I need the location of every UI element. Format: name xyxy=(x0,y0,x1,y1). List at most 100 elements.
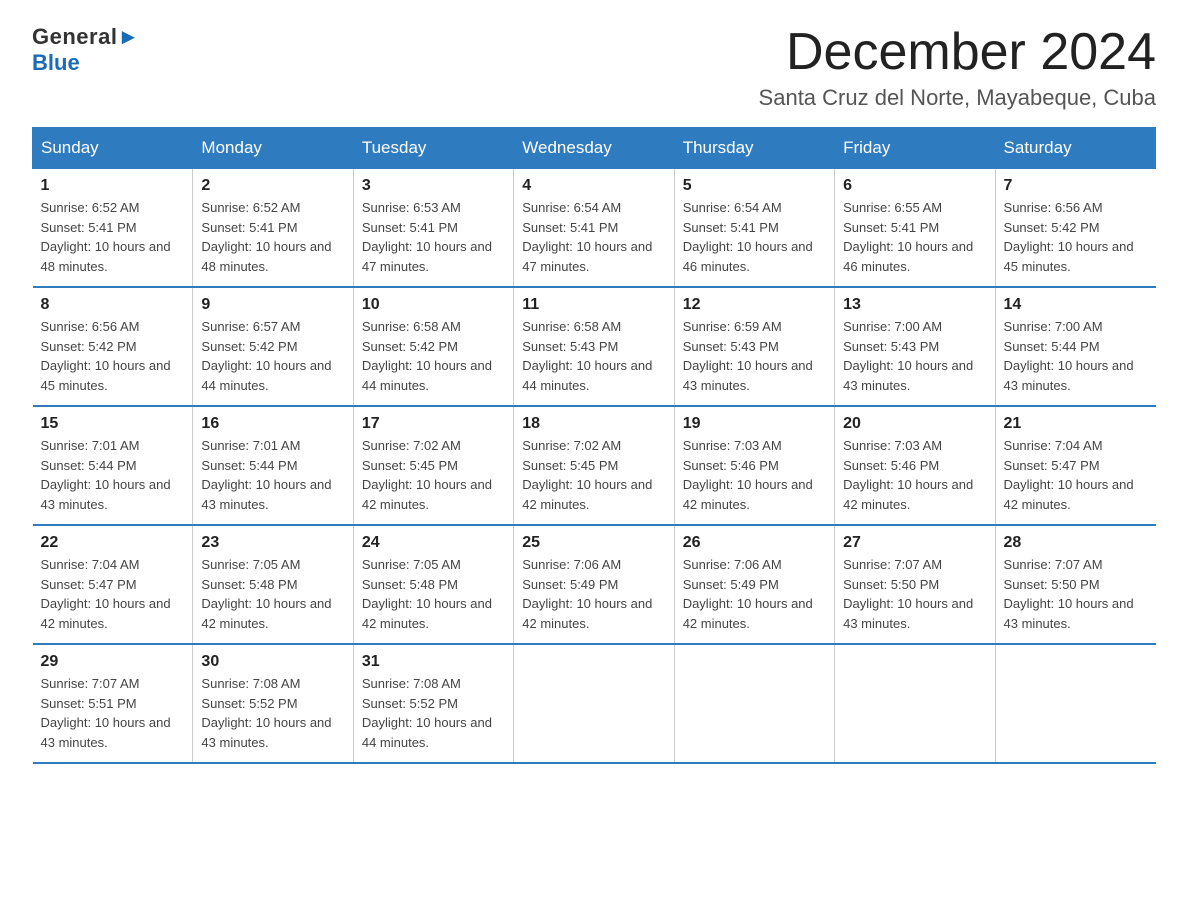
day-number: 16 xyxy=(201,415,344,433)
day-info: Sunrise: 6:59 AMSunset: 5:43 PMDaylight:… xyxy=(683,317,826,395)
calendar-cell: 27 Sunrise: 7:07 AMSunset: 5:50 PMDayligh… xyxy=(835,525,995,644)
day-number: 15 xyxy=(41,415,185,433)
logo-blue: Blue xyxy=(32,50,80,76)
day-info: Sunrise: 7:05 AMSunset: 5:48 PMDaylight:… xyxy=(201,555,344,633)
col-tuesday: Tuesday xyxy=(353,128,513,169)
calendar-cell: 18 Sunrise: 7:02 AMSunset: 5:45 PMDayligh… xyxy=(514,406,674,525)
calendar-cell xyxy=(835,644,995,763)
day-info: Sunrise: 7:05 AMSunset: 5:48 PMDaylight:… xyxy=(362,555,505,633)
calendar-cell: 4 Sunrise: 6:54 AMSunset: 5:41 PMDaylight… xyxy=(514,169,674,288)
month-title: December 2024 xyxy=(759,24,1156,81)
week-row-3: 15 Sunrise: 7:01 AMSunset: 5:44 PMDayligh… xyxy=(33,406,1156,525)
calendar-cell: 14Sunrise: 7:00 AMSunset: 5:44 PMDayligh… xyxy=(995,287,1155,406)
day-number: 21 xyxy=(1004,415,1148,433)
day-info: Sunrise: 6:57 AMSunset: 5:42 PMDaylight:… xyxy=(201,317,344,395)
calendar-cell: 8 Sunrise: 6:56 AMSunset: 5:42 PMDaylight… xyxy=(33,287,193,406)
calendar-cell: 25 Sunrise: 7:06 AMSunset: 5:49 PMDayligh… xyxy=(514,525,674,644)
day-number: 23 xyxy=(201,534,344,552)
day-info: Sunrise: 7:07 AMSunset: 5:51 PMDaylight:… xyxy=(41,674,185,752)
day-number: 1 xyxy=(41,177,185,195)
calendar-cell: 20 Sunrise: 7:03 AMSunset: 5:46 PMDayligh… xyxy=(835,406,995,525)
day-number: 18 xyxy=(522,415,665,433)
calendar-cell: 21Sunrise: 7:04 AMSunset: 5:47 PMDayligh… xyxy=(995,406,1155,525)
calendar-cell: 1 Sunrise: 6:52 AMSunset: 5:41 PMDaylight… xyxy=(33,169,193,288)
day-info: Sunrise: 7:06 AMSunset: 5:49 PMDaylight:… xyxy=(683,555,826,633)
page-header: General► Blue December 2024 Santa Cruz d… xyxy=(32,24,1156,111)
calendar-cell: 6 Sunrise: 6:55 AMSunset: 5:41 PMDaylight… xyxy=(835,169,995,288)
logo-general: General xyxy=(32,24,117,49)
day-number: 3 xyxy=(362,177,505,195)
calendar-cell xyxy=(674,644,834,763)
week-row-2: 8 Sunrise: 6:56 AMSunset: 5:42 PMDaylight… xyxy=(33,287,1156,406)
calendar-cell: 5 Sunrise: 6:54 AMSunset: 5:41 PMDaylight… xyxy=(674,169,834,288)
day-info: Sunrise: 6:54 AMSunset: 5:41 PMDaylight:… xyxy=(522,198,665,276)
calendar-cell: 15 Sunrise: 7:01 AMSunset: 5:44 PMDayligh… xyxy=(33,406,193,525)
day-number: 5 xyxy=(683,177,826,195)
location-title: Santa Cruz del Norte, Mayabeque, Cuba xyxy=(759,85,1156,111)
calendar-cell: 29 Sunrise: 7:07 AMSunset: 5:51 PMDayligh… xyxy=(33,644,193,763)
day-number: 8 xyxy=(41,296,185,314)
day-info: Sunrise: 7:00 AMSunset: 5:43 PMDaylight:… xyxy=(843,317,986,395)
calendar-cell: 7 Sunrise: 6:56 AMSunset: 5:42 PMDaylight… xyxy=(995,169,1155,288)
day-number: 20 xyxy=(843,415,986,433)
day-number: 28 xyxy=(1004,534,1148,552)
calendar-cell: 2Sunrise: 6:52 AMSunset: 5:41 PMDaylight… xyxy=(193,169,353,288)
week-row-4: 22Sunrise: 7:04 AMSunset: 5:47 PMDayligh… xyxy=(33,525,1156,644)
day-info: Sunrise: 6:52 AMSunset: 5:41 PMDaylight:… xyxy=(41,198,185,276)
col-sunday: Sunday xyxy=(33,128,193,169)
calendar-cell: 13 Sunrise: 7:00 AMSunset: 5:43 PMDayligh… xyxy=(835,287,995,406)
day-info: Sunrise: 6:58 AMSunset: 5:42 PMDaylight:… xyxy=(362,317,505,395)
calendar-cell: 31Sunrise: 7:08 AMSunset: 5:52 PMDayligh… xyxy=(353,644,513,763)
day-number: 4 xyxy=(522,177,665,195)
day-number: 29 xyxy=(41,653,185,671)
calendar-cell: 9Sunrise: 6:57 AMSunset: 5:42 PMDaylight… xyxy=(193,287,353,406)
day-number: 30 xyxy=(201,653,344,671)
day-info: Sunrise: 7:03 AMSunset: 5:46 PMDaylight:… xyxy=(843,436,986,514)
day-info: Sunrise: 7:07 AMSunset: 5:50 PMDaylight:… xyxy=(843,555,986,633)
calendar-cell: 30 Sunrise: 7:08 AMSunset: 5:52 PMDayligh… xyxy=(193,644,353,763)
day-info: Sunrise: 7:01 AMSunset: 5:44 PMDaylight:… xyxy=(41,436,185,514)
day-number: 10 xyxy=(362,296,505,314)
day-number: 22 xyxy=(41,534,185,552)
day-number: 19 xyxy=(683,415,826,433)
calendar-cell: 28 Sunrise: 7:07 AMSunset: 5:50 PMDayligh… xyxy=(995,525,1155,644)
calendar-cell: 10 Sunrise: 6:58 AMSunset: 5:42 PMDayligh… xyxy=(353,287,513,406)
day-number: 17 xyxy=(362,415,505,433)
day-info: Sunrise: 7:07 AMSunset: 5:50 PMDaylight:… xyxy=(1004,555,1148,633)
day-info: Sunrise: 7:08 AMSunset: 5:52 PMDaylight:… xyxy=(201,674,344,752)
day-info: Sunrise: 6:52 AMSunset: 5:41 PMDaylight:… xyxy=(201,198,344,276)
calendar-cell: 3 Sunrise: 6:53 AMSunset: 5:41 PMDaylight… xyxy=(353,169,513,288)
day-info: Sunrise: 6:54 AMSunset: 5:41 PMDaylight:… xyxy=(683,198,826,276)
calendar-cell: 26 Sunrise: 7:06 AMSunset: 5:49 PMDayligh… xyxy=(674,525,834,644)
calendar-table: Sunday Monday Tuesday Wednesday Thursday… xyxy=(32,127,1156,764)
day-info: Sunrise: 7:01 AMSunset: 5:44 PMDaylight:… xyxy=(201,436,344,514)
calendar-cell: 16 Sunrise: 7:01 AMSunset: 5:44 PMDayligh… xyxy=(193,406,353,525)
day-info: Sunrise: 7:06 AMSunset: 5:49 PMDaylight:… xyxy=(522,555,665,633)
day-number: 27 xyxy=(843,534,986,552)
day-number: 25 xyxy=(522,534,665,552)
day-info: Sunrise: 6:56 AMSunset: 5:42 PMDaylight:… xyxy=(1004,198,1148,276)
day-info: Sunrise: 6:55 AMSunset: 5:41 PMDaylight:… xyxy=(843,198,986,276)
day-number: 12 xyxy=(683,296,826,314)
calendar-cell xyxy=(995,644,1155,763)
day-number: 31 xyxy=(362,653,505,671)
calendar-cell: 22Sunrise: 7:04 AMSunset: 5:47 PMDayligh… xyxy=(33,525,193,644)
day-number: 26 xyxy=(683,534,826,552)
day-number: 14 xyxy=(1004,296,1148,314)
day-info: Sunrise: 6:53 AMSunset: 5:41 PMDaylight:… xyxy=(362,198,505,276)
col-monday: Monday xyxy=(193,128,353,169)
day-number: 13 xyxy=(843,296,986,314)
calendar-cell: 11Sunrise: 6:58 AMSunset: 5:43 PMDayligh… xyxy=(514,287,674,406)
calendar-header-row: Sunday Monday Tuesday Wednesday Thursday… xyxy=(33,128,1156,169)
day-info: Sunrise: 6:56 AMSunset: 5:42 PMDaylight:… xyxy=(41,317,185,395)
day-info: Sunrise: 7:02 AMSunset: 5:45 PMDaylight:… xyxy=(522,436,665,514)
calendar-cell: 12 Sunrise: 6:59 AMSunset: 5:43 PMDayligh… xyxy=(674,287,834,406)
week-row-1: 1 Sunrise: 6:52 AMSunset: 5:41 PMDaylight… xyxy=(33,169,1156,288)
day-number: 11 xyxy=(522,296,665,314)
col-friday: Friday xyxy=(835,128,995,169)
day-number: 6 xyxy=(843,177,986,195)
logo-arrow-shape: ► xyxy=(117,24,139,49)
day-number: 24 xyxy=(362,534,505,552)
day-info: Sunrise: 7:02 AMSunset: 5:45 PMDaylight:… xyxy=(362,436,505,514)
day-number: 7 xyxy=(1004,177,1148,195)
